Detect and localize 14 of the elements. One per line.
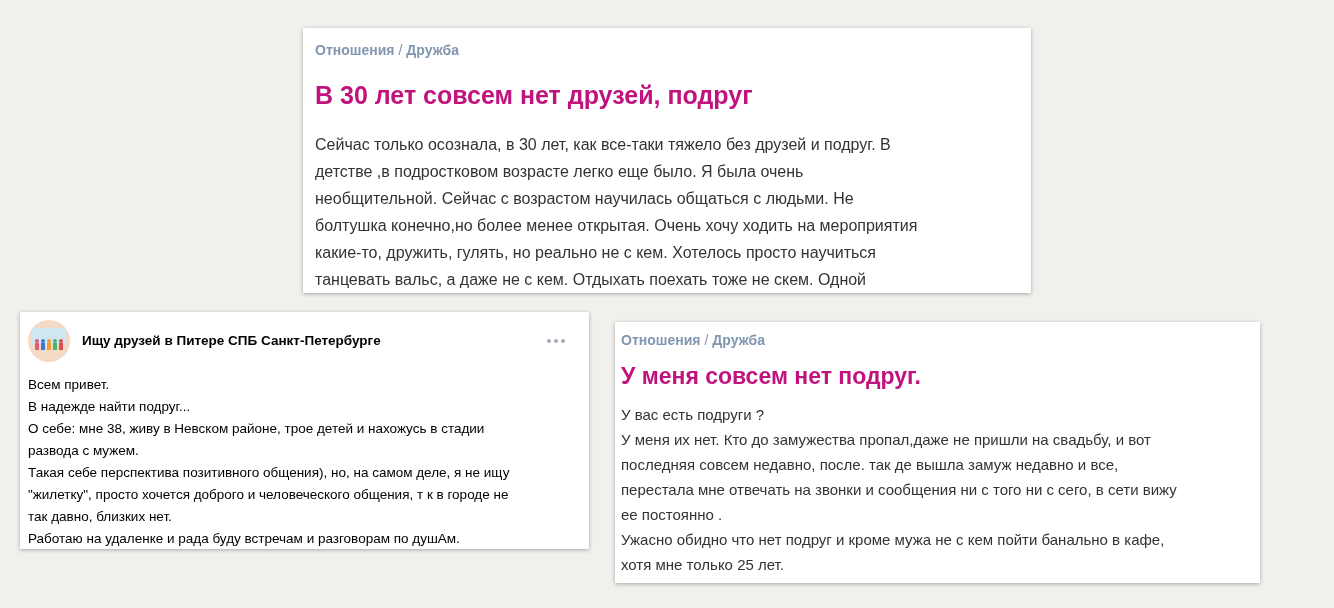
article-title: У меня совсем нет подруг.: [621, 362, 922, 391]
more-icon[interactable]: [547, 339, 565, 343]
group-avatar[interactable]: [28, 320, 70, 362]
breadcrumb-link[interactable]: Дружба: [712, 330, 765, 351]
group-name[interactable]: Ищу друзей в Питере СПБ Санкт-Петербурге: [82, 330, 535, 352]
breadcrumb-separator: /: [398, 41, 403, 60]
breadcrumb-link[interactable]: Дружба: [406, 40, 459, 61]
article-text: Сейчас только осознала, в 30 лет, как все-таки тяжело без друзей и подруг. В детстве ,в подростковом возрасте легко еще было. Я была очень необщительной. Сейчас с возрастом научилась общаться с людьми. Не болтушка конечно,но более менее открытая. Очень хочу ходить на мероприятия какие-то, дружить, гулять, но реально не с кем. Хотелось просто научиться танцевать вальс, а даже не с кем. Отдыхать поехать тоже не скем. Одной: [315, 134, 919, 290]
breadcrumb-link[interactable]: Отношения: [315, 40, 395, 61]
breadcrumb-separator: /: [704, 331, 709, 350]
article-title: В 30 лет совсем нет друзей, подруг: [315, 80, 754, 111]
breadcrumb-link[interactable]: Отношения: [621, 330, 701, 351]
post-text: Всем привет. В надежде найти подруг... О себе: мне 38, живу в Невском районе, трое детей и нахожусь в стадии развода с мужем. Такая себе перспектива позитивного общения), но, на самом деле, я не ищу "жилетку", просто хочется доброго и человеческого общения, т к в городе не так давно, близких нет. Работаю на удаленке и рада буду встречам и разговорам по душАм.: [28, 376, 511, 548]
article-text: У вас есть подруги ? У меня их нет. Кто до замужества пропал,даже не пришли на свадьбу, и вот последняя совсем недавно, после. так де вышла замуж недавно и все, перестала мне отвечать на звонки и сообщения ни с того ни с сего, в сети вижу ее постоянно . Ужасно обидно что нет подруг и кроме мужа не с кем пойти банально в кафе, хотя мне только 25 лет.: [621, 404, 1178, 575]
